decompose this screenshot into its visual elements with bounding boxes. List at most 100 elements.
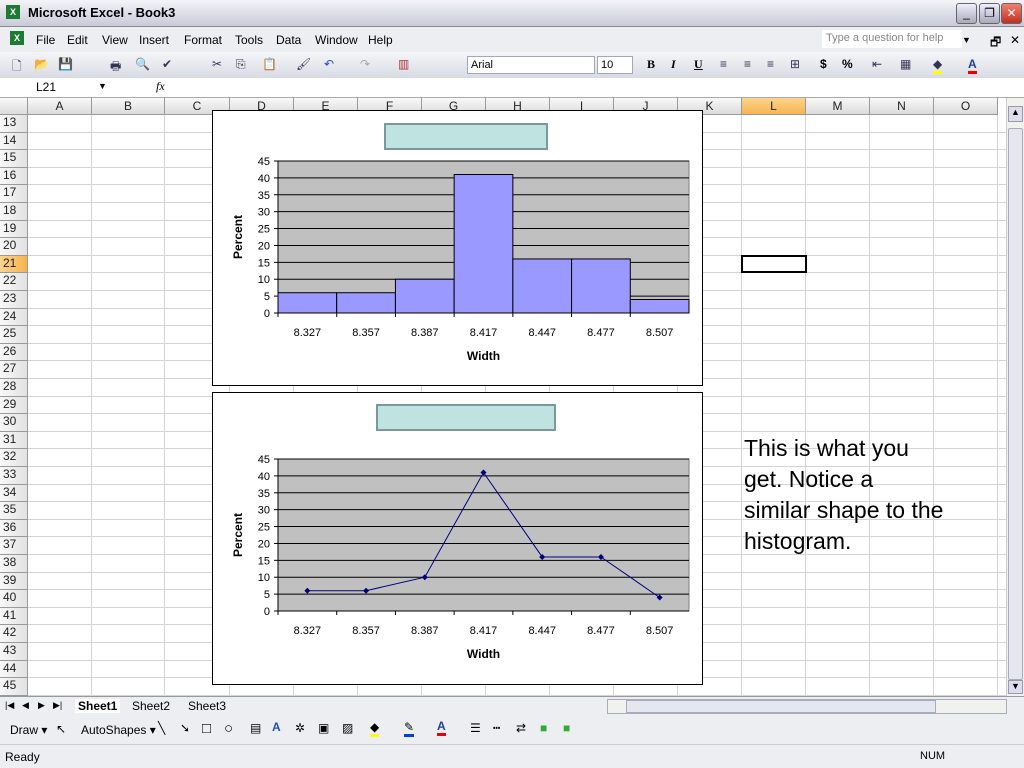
chart-wizard-icon[interactable]: ▥ [398,57,409,71]
arrow-style-icon[interactable]: ⇄ [516,721,526,735]
bold-button[interactable]: B [647,57,655,72]
row-header-28[interactable]: 28 [0,379,28,397]
menu-view[interactable]: View [102,33,128,47]
shadow-icon[interactable]: ■ [540,721,547,735]
paste-icon[interactable]: 📋 [262,57,277,71]
textbox-icon[interactable]: ▤ [250,721,261,735]
scroll-down-button[interactable]: ▼ [1008,680,1023,694]
row-header-44[interactable]: 44 [0,660,28,679]
3d-icon[interactable]: ■ [563,721,570,735]
row-header-31[interactable]: 31 [0,431,28,450]
scroll-up-button[interactable]: ▲ [1008,106,1023,122]
active-cell[interactable] [741,254,807,274]
menu-data[interactable]: Data [276,33,301,47]
tab-scroll-last-icon[interactable]: ▶| [53,700,62,711]
picture-icon[interactable]: ▨ [342,721,353,735]
menu-format[interactable]: Format [184,33,222,47]
row-header-20[interactable]: 20 [0,238,28,256]
oval-icon[interactable]: ○ [224,720,233,737]
align-left-icon[interactable]: ≡ [720,57,727,71]
row-header-38[interactable]: 38 [0,555,28,573]
column-header-N[interactable]: N [870,98,934,115]
diagram-icon[interactable]: ✲ [295,721,305,735]
font-color-icon[interactable]: A [968,57,977,74]
arrow-icon[interactable]: ➘ [180,721,190,735]
menu-insert[interactable]: Insert [139,33,169,47]
print-preview-icon[interactable]: 🔍 [135,57,150,71]
close-button[interactable]: ✕ [1001,3,1022,24]
fill-color-draw-icon[interactable]: ◆ [370,720,380,737]
italic-button[interactable]: I [671,57,676,72]
row-header-25[interactable]: 25 [0,326,28,344]
row-header-23[interactable]: 23 [0,291,28,309]
font-size-select[interactable]: 10 [597,56,633,74]
column-header-L[interactable]: L [742,98,806,115]
align-right-icon[interactable]: ≡ [767,57,774,71]
row-header-39[interactable]: 39 [0,572,28,591]
align-center-icon[interactable]: ≡ [744,57,751,71]
menu-tools[interactable]: Tools [235,33,263,47]
currency-button[interactable]: $ [820,57,827,71]
row-header-17[interactable]: 17 [0,185,28,203]
row-header-29[interactable]: 29 [0,396,28,415]
row-header-33[interactable]: 33 [0,467,28,485]
chart-1[interactable]: 0 5 10 15 20 25 30 35 40 45 8.327 8.357 8.387 8.417 8.… [212,110,703,386]
tab-scroll-next-icon[interactable]: ▶ [38,700,45,711]
row-header-21[interactable]: 21 [0,255,28,274]
row-header-45[interactable]: 45 [0,678,28,696]
redo-icon[interactable]: ↷ [360,57,370,71]
line-style-icon[interactable]: ☰ [470,721,481,735]
horizontal-scroll-thumb[interactable] [626,700,936,713]
fill-color-icon[interactable]: ◆ [933,57,943,74]
column-header-O[interactable]: O [934,98,998,115]
new-icon[interactable]: 🗋 [12,57,22,78]
format-painter-icon[interactable]: 🖌 [296,57,311,71]
scroll-thumb[interactable] [1008,128,1023,680]
row-header-40[interactable]: 40 [0,590,28,608]
undo-icon[interactable]: ↶ [324,57,334,71]
line-color-icon[interactable]: ✎ [404,720,415,737]
menu-file[interactable]: File [36,33,55,47]
line-icon[interactable]: ╲ [158,721,165,735]
chart-2[interactable]: 0 5 10 15 20 25 30 35 40 45 8.327 8.357 8.387 8.417 8.… [212,392,703,685]
row-header-16[interactable]: 16 [0,167,28,186]
name-box-dropdown-icon[interactable]: ▼ [98,81,107,91]
merge-center-icon[interactable]: ⊞ [790,57,800,71]
row-header-26[interactable]: 26 [0,343,28,362]
borders-icon[interactable]: ▦ [900,57,911,71]
menu-help[interactable]: Help [368,33,393,47]
print-icon[interactable]: 🖶 [110,57,121,78]
menu-edit[interactable]: Edit [67,33,88,47]
row-header-32[interactable]: 32 [0,449,28,467]
row-header-42[interactable]: 42 [0,625,28,643]
row-header-36[interactable]: 36 [0,519,28,538]
workbook-icon[interactable]: X [10,31,24,45]
indent-icon[interactable]: ⇤ [872,57,882,71]
row-header-14[interactable]: 14 [0,132,28,151]
row-header-34[interactable]: 34 [0,484,28,503]
row-header-15[interactable]: 15 [0,150,28,168]
tab-scroll-first-icon[interactable]: |◀ [5,700,14,711]
font-color-draw-icon[interactable]: A [437,719,446,736]
row-header-30[interactable]: 30 [0,414,28,432]
help-search-input[interactable]: Type a question for help [822,30,962,48]
formula-input[interactable] [172,79,1012,96]
tab-sheet2[interactable]: Sheet2 [132,699,170,713]
row-header-24[interactable]: 24 [0,308,28,327]
row-header-35[interactable]: 35 [0,502,28,520]
tab-sheet1[interactable]: Sheet1 [75,699,121,713]
fx-icon[interactable]: fx [156,79,165,94]
row-header-19[interactable]: 19 [0,220,28,239]
wordart-icon[interactable]: A [272,720,281,734]
doc-restore-icon[interactable]: 🗗 [990,33,1001,54]
row-header-43[interactable]: 43 [0,643,28,661]
tab-sheet3[interactable]: Sheet3 [188,699,226,713]
dash-style-icon[interactable]: ┅ [493,721,500,735]
copy-icon[interactable]: ⎘ [236,57,246,72]
select-all-corner[interactable] [0,98,28,115]
vertical-scrollbar[interactable]: ▲ ▼ [1006,98,1024,696]
select-objects-icon[interactable]: ↖ [56,722,66,736]
spelling-icon[interactable]: ✔ [162,57,172,71]
minimize-button[interactable]: _ [956,3,977,24]
rectangle-icon[interactable]: □ [202,720,211,737]
